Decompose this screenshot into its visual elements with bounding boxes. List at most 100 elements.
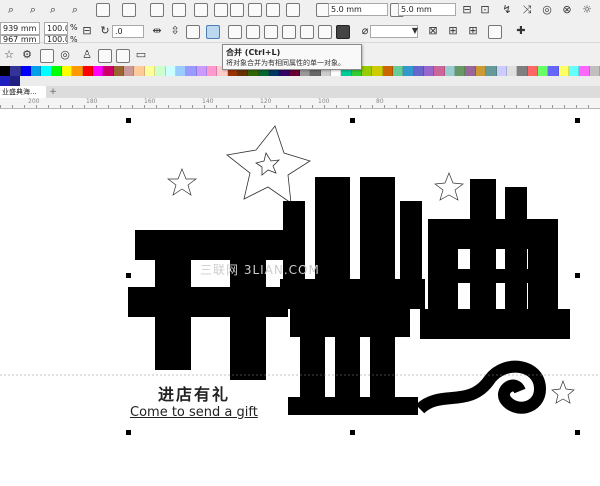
palette-swatch[interactable] <box>444 66 456 76</box>
curve-icon[interactable]: ⤨ <box>520 3 534 17</box>
palette-swatch[interactable] <box>186 66 197 76</box>
mirror-v-icon[interactable]: ⇳ <box>168 24 182 38</box>
x-position-field[interactable]: 939 mm <box>0 22 40 35</box>
palette-swatch-blue[interactable] <box>0 76 10 86</box>
view-icon[interactable] <box>150 3 164 17</box>
palette-swatch[interactable] <box>393 66 404 76</box>
palette-swatch[interactable] <box>124 66 135 76</box>
palette-swatch[interactable] <box>496 66 507 76</box>
palette-swatch[interactable] <box>537 66 549 76</box>
palette-swatch[interactable] <box>558 66 569 76</box>
palette-swatch[interactable] <box>206 66 218 76</box>
lock-ratio-icon[interactable]: ⊟ <box>80 24 94 38</box>
dropdown-chevron-icon[interactable]: ▼ <box>408 24 422 38</box>
guides-icon[interactable] <box>96 3 110 17</box>
palette-swatch[interactable] <box>527 66 538 76</box>
selection-handle-bm[interactable] <box>350 430 355 435</box>
palette-swatch[interactable] <box>568 66 580 76</box>
horizontal-ruler[interactable]: 200 180 160 140 120 100 80 <box>0 98 600 109</box>
document-icon[interactable] <box>40 49 54 63</box>
palette-swatch-navy[interactable] <box>10 76 20 86</box>
trim-icon[interactable] <box>246 25 260 39</box>
palette-swatch[interactable] <box>93 66 104 76</box>
palette-swatch[interactable] <box>455 66 466 76</box>
palette-swatch[interactable] <box>579 66 590 76</box>
new-tab-plus-icon[interactable]: + <box>48 87 58 97</box>
mirror-h-icon[interactable]: ⇹ <box>150 24 164 38</box>
combine-icon[interactable] <box>266 3 280 17</box>
selection-handle-mr[interactable] <box>575 273 580 278</box>
back-minus-front-icon[interactable] <box>318 25 332 39</box>
outline-width-field-2[interactable]: 5.0 mm <box>398 3 456 16</box>
palette-swatch[interactable] <box>403 66 414 76</box>
lock-ratio-icon[interactable]: ⊟ <box>460 3 474 17</box>
selection-handle-tm[interactable] <box>350 118 355 123</box>
node-icon[interactable]: ⊡ <box>478 3 492 17</box>
hatch-icon[interactable]: ⊠ <box>426 24 440 38</box>
break-apart-icon[interactable] <box>286 3 300 17</box>
palette-swatch[interactable] <box>372 66 383 76</box>
scale-x-field[interactable]: 100.0 <box>44 22 68 35</box>
palette-swatch[interactable] <box>155 66 166 76</box>
zoom-width-icon[interactable]: ⌕ <box>46 3 60 17</box>
selection-handle-tr[interactable] <box>575 118 580 123</box>
combine-button[interactable] <box>206 25 220 39</box>
palette-swatch[interactable] <box>51 66 63 76</box>
palette-swatch[interactable] <box>413 66 425 76</box>
palette-swatch[interactable] <box>103 66 114 76</box>
palette-swatch[interactable] <box>134 66 145 76</box>
color-palette-row-2[interactable] <box>0 76 600 86</box>
palette-swatch[interactable] <box>434 66 445 76</box>
spiral-icon[interactable]: ◎ <box>540 3 554 17</box>
palette-swatch[interactable] <box>486 66 497 76</box>
boundary-icon[interactable] <box>336 25 350 39</box>
palette-swatch[interactable] <box>382 66 394 76</box>
weld-icon[interactable] <box>228 25 242 39</box>
user-icon[interactable]: ♙ <box>80 48 94 62</box>
palette-swatch[interactable] <box>589 66 600 76</box>
rotation-field[interactable]: .0 <box>112 25 144 38</box>
palette-swatch[interactable] <box>424 66 435 76</box>
selection-handle-bl[interactable] <box>126 430 131 435</box>
palette-swatch[interactable] <box>41 66 52 76</box>
palette-swatch[interactable] <box>196 66 207 76</box>
to-front-icon[interactable] <box>186 25 200 39</box>
position-icon[interactable]: ⊞ <box>446 24 460 38</box>
zoom-page-icon[interactable]: ⌕ <box>26 3 40 17</box>
palette-swatch[interactable] <box>62 66 73 76</box>
effects-icon[interactable]: ☼ <box>580 3 594 17</box>
snap-icon[interactable] <box>122 3 136 17</box>
document-tab[interactable]: 业盛典海... <box>0 86 46 98</box>
palette-swatch[interactable] <box>362 66 373 76</box>
palette-swatch[interactable] <box>548 66 559 76</box>
selection-handle-ml[interactable] <box>126 273 131 278</box>
align-right-icon[interactable] <box>214 3 228 17</box>
front-minus-back-icon[interactable] <box>300 25 314 39</box>
layers-icon[interactable] <box>98 49 112 63</box>
settings-icon[interactable]: ⚙ <box>20 48 34 62</box>
zoom-height-icon[interactable]: ⌕ <box>68 3 82 17</box>
palette-swatch[interactable] <box>31 66 42 76</box>
palette-swatch[interactable] <box>465 66 476 76</box>
intersect-icon[interactable] <box>264 25 278 39</box>
zoom-icon[interactable]: ⌕ <box>4 3 18 17</box>
star-icon[interactable]: ☆ <box>2 48 16 62</box>
selection-handle-br[interactable] <box>575 430 580 435</box>
palette-swatch[interactable] <box>165 66 176 76</box>
group-icon[interactable] <box>230 3 244 17</box>
palette-swatch[interactable] <box>475 66 487 76</box>
palette-swatch[interactable] <box>517 66 528 76</box>
palette-swatch[interactable] <box>175 66 187 76</box>
rotate-icon[interactable]: ↻ <box>98 24 112 38</box>
comment-icon[interactable]: ▭ <box>134 48 148 62</box>
palette-swatch[interactable] <box>144 66 156 76</box>
printer-icon[interactable] <box>116 49 130 63</box>
drawing-canvas[interactable]: 三联网 3LIAN.COM 进店有礼 Come to send a gift <box>0 109 600 486</box>
pen-icon[interactable]: ↯ <box>500 3 514 17</box>
palette-swatch[interactable] <box>82 66 94 76</box>
target-icon[interactable]: ◎ <box>58 48 72 62</box>
palette-swatch[interactable] <box>506 66 518 76</box>
palette-swatch[interactable] <box>20 66 32 76</box>
y-position-field[interactable]: 967 mm <box>0 35 40 44</box>
palette-swatch[interactable] <box>10 66 21 76</box>
